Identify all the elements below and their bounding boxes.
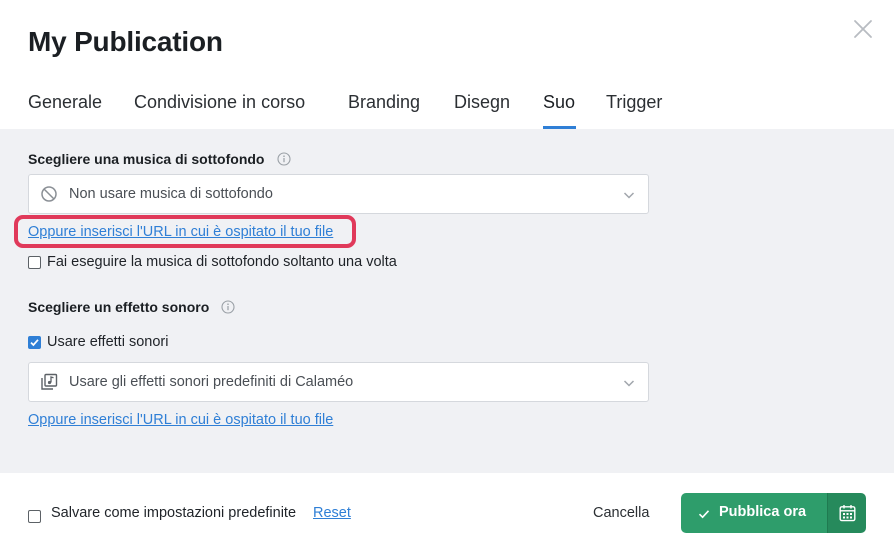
background-music-value: Non usare musica di sottofondo	[69, 186, 273, 202]
tab-generale[interactable]: Generale	[28, 92, 102, 113]
publish-now-button[interactable]: Pubblica ora	[681, 493, 827, 533]
cancel-button[interactable]: Cancella	[593, 505, 649, 521]
schedule-button[interactable]	[827, 493, 866, 533]
tab-bar: Generale Condivisione in corso Branding …	[0, 80, 894, 129]
reset-link[interactable]: Reset	[313, 505, 351, 521]
save-default-label: Salvare come impostazioni predefinite	[51, 505, 297, 521]
check-icon	[698, 507, 710, 519]
music-section-title: Scegliere una musica di sottofondo	[28, 151, 265, 167]
info-icon[interactable]	[277, 152, 291, 166]
dialog-footer: Salvare come impostazioni predefinite Re…	[0, 473, 894, 555]
chevron-down-icon	[622, 376, 636, 390]
background-music-select[interactable]: Non usare musica di sottofondo	[28, 174, 649, 214]
dialog-title: My Publication	[28, 26, 223, 57]
prohibited-icon	[40, 185, 58, 203]
tab-disegn[interactable]: Disegn	[454, 92, 510, 113]
effects-section-title: Scegliere un effetto sonoro	[28, 299, 210, 315]
sound-effects-value: Usare gli effetti sonori predefiniti di …	[69, 374, 354, 390]
tab-condivisione[interactable]: Condivisione in corso	[134, 92, 305, 113]
play-once-label: Fai eseguire la musica di sottofondo sol…	[47, 254, 397, 270]
publish-now-label: Pubblica ora	[719, 504, 807, 520]
music-library-icon	[40, 373, 58, 391]
music-url-link[interactable]: Oppure inserisci l'URL in cui è ospitato…	[28, 224, 333, 240]
close-icon[interactable]	[850, 16, 876, 42]
effects-url-link[interactable]: Oppure inserisci l'URL in cui è ospitato…	[28, 412, 333, 428]
play-once-checkbox[interactable]	[28, 256, 41, 269]
use-effects-label: Usare effetti sonori	[47, 334, 169, 350]
sound-effects-select[interactable]: Usare gli effetti sonori predefiniti di …	[28, 362, 649, 402]
save-default-checkbox[interactable]	[28, 510, 41, 523]
use-effects-checkbox[interactable]	[28, 336, 41, 349]
tab-suo[interactable]: Suo	[543, 92, 575, 113]
chevron-down-icon	[622, 188, 636, 202]
tab-branding[interactable]: Branding	[348, 92, 420, 113]
info-icon[interactable]	[221, 300, 235, 314]
tab-trigger[interactable]: Trigger	[606, 92, 662, 113]
